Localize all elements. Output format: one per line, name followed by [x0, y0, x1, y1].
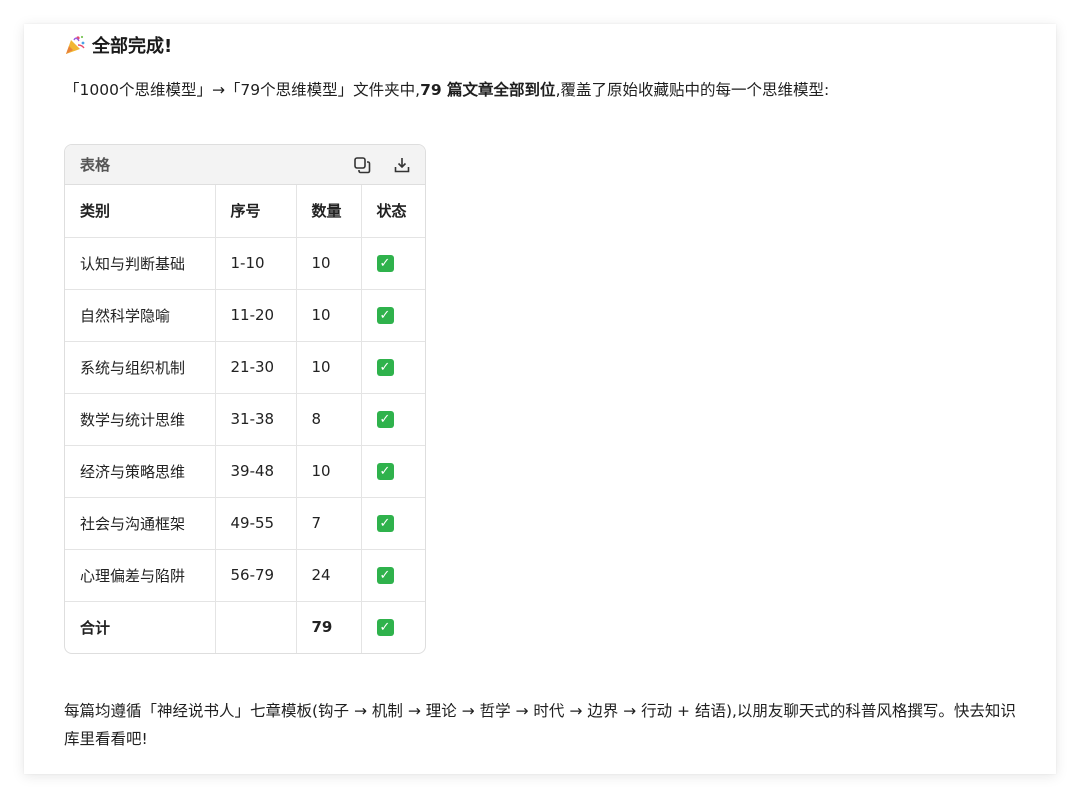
cell-total-range	[215, 601, 297, 653]
check-mark-icon: ✓	[376, 255, 394, 272]
table-title: 表格	[80, 156, 111, 174]
download-icon[interactable]	[393, 156, 411, 174]
check-mark-icon: ✓	[376, 567, 394, 584]
cell-range: 31-38	[215, 393, 297, 446]
check-mark-icon: ✓	[376, 307, 394, 324]
cell-range: 21-30	[215, 341, 297, 394]
cell-count: 10	[296, 237, 362, 290]
cell-category: 自然科学隐喻	[65, 289, 216, 342]
summary-table-block: 表格 类别 序号 数量 状态 认知与判断基础 1-10 10 ✓ 自然科学隐喻 …	[64, 144, 426, 654]
check-mark-icon: ✓	[376, 359, 394, 376]
intro-bold: 79 篇文章全部到位	[420, 81, 556, 99]
cell-range: 11-20	[215, 289, 297, 342]
table-row: 心理偏差与陷阱 56-79 24 ✓	[65, 549, 425, 602]
table-header-row: 类别 序号 数量 状态	[65, 185, 425, 238]
intro-text-1: 「1000个思维模型」→「79个思维模型」文件夹中,	[64, 81, 421, 99]
table-row: 认知与判断基础 1-10 10 ✓	[65, 237, 425, 290]
cell-count: 10	[296, 341, 362, 394]
heading-title: 全部完成!	[92, 36, 173, 57]
cell-status: ✓	[361, 237, 425, 290]
column-header-category: 类别	[65, 185, 216, 238]
table-row: 社会与沟通框架 49-55 7 ✓	[65, 497, 425, 550]
table-toolbar: 表格	[65, 145, 425, 185]
completion-heading: 全部完成!	[64, 32, 172, 58]
table-row: 自然科学隐喻 11-20 10 ✓	[65, 289, 425, 342]
cell-range: 1-10	[215, 237, 297, 290]
cell-total-label: 合计	[65, 601, 216, 653]
cell-category: 数学与统计思维	[65, 393, 216, 446]
intro-paragraph: 「1000个思维模型」→「79个思维模型」文件夹中,79 篇文章全部到位,覆盖了…	[64, 78, 829, 102]
table-row: 经济与策略思维 39-48 10 ✓	[65, 445, 425, 498]
check-mark-icon: ✓	[376, 463, 394, 480]
cell-status: ✓	[361, 341, 425, 394]
copy-icon[interactable]	[353, 156, 371, 174]
summary-table: 类别 序号 数量 状态 认知与判断基础 1-10 10 ✓ 自然科学隐喻 11-…	[65, 185, 425, 653]
cell-count: 24	[296, 549, 362, 602]
cell-category: 认知与判断基础	[65, 237, 216, 290]
table-row: 数学与统计思维 31-38 8 ✓	[65, 393, 425, 446]
party-popper-icon	[66, 35, 85, 54]
intro-text-2: ,覆盖了原始收藏贴中的每一个思维模型:	[555, 81, 830, 99]
cell-category: 心理偏差与陷阱	[65, 549, 216, 602]
cell-range: 39-48	[215, 445, 297, 498]
cell-count: 8	[296, 393, 362, 446]
cell-count: 10	[296, 289, 362, 342]
cell-range: 49-55	[215, 497, 297, 550]
cell-status: ✓	[361, 445, 425, 498]
cell-total-status: ✓	[361, 601, 425, 653]
cell-status: ✓	[361, 393, 425, 446]
cell-category: 经济与策略思维	[65, 445, 216, 498]
outro-paragraph: 每篇均遵循「神经说书人」七章模板(钩子 → 机制 → 理论 → 哲学 → 时代 …	[64, 702, 1016, 748]
table-total-row: 合计 79 ✓	[65, 601, 425, 653]
cell-count: 10	[296, 445, 362, 498]
cell-category: 社会与沟通框架	[65, 497, 216, 550]
check-mark-icon: ✓	[376, 515, 394, 532]
cell-status: ✓	[361, 497, 425, 550]
cell-category: 系统与组织机制	[65, 341, 216, 394]
message-card: 全部完成! 「1000个思维模型」→「79个思维模型」文件夹中,79 篇文章全部…	[24, 24, 1056, 774]
column-header-count: 数量	[296, 185, 362, 238]
column-header-range: 序号	[215, 185, 297, 238]
cell-status: ✓	[361, 549, 425, 602]
cell-count: 7	[296, 497, 362, 550]
cell-total-count: 79	[296, 601, 362, 653]
cell-status: ✓	[361, 289, 425, 342]
cell-range: 56-79	[215, 549, 297, 602]
check-mark-icon: ✓	[376, 619, 394, 637]
column-header-status: 状态	[361, 185, 425, 238]
table-row: 系统与组织机制 21-30 10 ✓	[65, 341, 425, 394]
check-mark-icon: ✓	[376, 411, 394, 428]
